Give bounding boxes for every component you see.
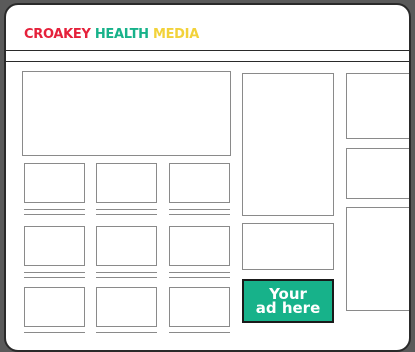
article-caption-line	[169, 209, 230, 210]
nav-bar-divider	[6, 61, 409, 62]
article-caption-line	[96, 209, 157, 210]
webpage-mockup-frame: CROAKEY HEALTH MEDIA Your ad here	[4, 3, 411, 352]
article-thumbnail-placeholder[interactable]	[169, 226, 230, 266]
article-caption-line	[24, 214, 85, 215]
article-thumbnail-placeholder[interactable]	[24, 226, 85, 266]
sidebar-banner-placeholder[interactable]	[242, 223, 334, 270]
article-thumbnail-placeholder[interactable]	[169, 163, 230, 203]
your-ad-here-button[interactable]: Your ad here	[242, 279, 334, 323]
logo-word-media: MEDIA	[152, 27, 199, 42]
article-caption-line	[96, 277, 157, 278]
article-caption-line	[24, 272, 85, 273]
ad-label-line-2: ad here	[255, 299, 321, 317]
logo-word-croakey: CROAKEY	[24, 27, 91, 42]
logo-word-health: HEALTH	[94, 27, 149, 42]
tall-sidebar-placeholder[interactable]	[242, 73, 334, 216]
article-caption-line	[169, 332, 230, 333]
article-caption-line	[96, 332, 157, 333]
article-caption-line	[169, 277, 230, 278]
article-caption-line	[169, 214, 230, 215]
article-caption-line	[96, 214, 157, 215]
right-ad-slot-top[interactable]	[346, 73, 409, 139]
article-thumbnail-placeholder[interactable]	[96, 287, 157, 327]
article-caption-line	[96, 272, 157, 273]
right-ad-slot-middle[interactable]	[346, 148, 409, 199]
article-thumbnail-placeholder[interactable]	[169, 287, 230, 327]
article-caption-line	[24, 332, 85, 333]
site-logo[interactable]: CROAKEY HEALTH MEDIA	[24, 27, 199, 42]
article-thumbnail-placeholder[interactable]	[24, 163, 85, 203]
article-caption-line	[169, 272, 230, 273]
right-ad-slot-bottom[interactable]	[346, 207, 409, 311]
article-thumbnail-placeholder[interactable]	[96, 163, 157, 203]
article-thumbnail-placeholder[interactable]	[96, 226, 157, 266]
featured-article-placeholder[interactable]	[22, 71, 231, 156]
site-header: CROAKEY HEALTH MEDIA	[6, 5, 409, 51]
article-caption-line	[24, 209, 85, 210]
article-caption-line	[24, 277, 85, 278]
article-thumbnail-placeholder[interactable]	[24, 287, 85, 327]
